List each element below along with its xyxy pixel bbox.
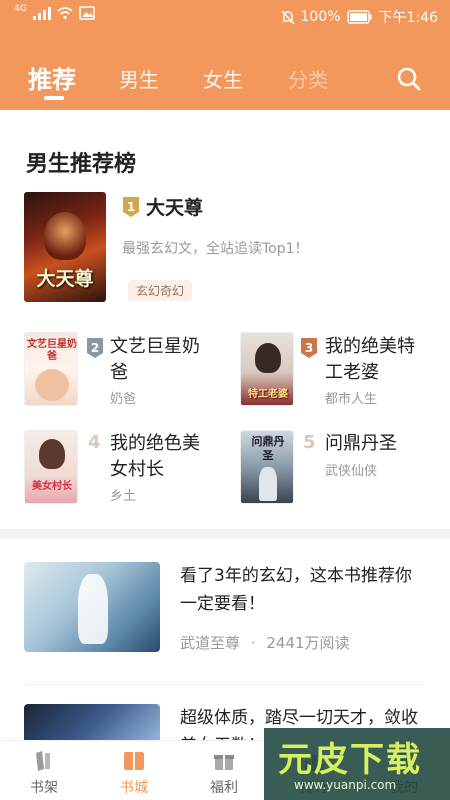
- article-title-1: 看了3年的玄幻，这本书推荐你 一定要看！: [180, 562, 412, 618]
- cover-figure: [35, 369, 69, 401]
- header: 4G 100% 下午1:46 推荐 男生 女生 分类: [0, 0, 450, 110]
- nav-book-city[interactable]: 书城: [104, 749, 164, 797]
- wifi-icon: [57, 7, 73, 20]
- featured-book-description: 最强玄幻文，全站追读Top1！: [122, 241, 309, 257]
- article-source: 武道至尊: [180, 634, 241, 652]
- cover-title-text: 问鼎丹圣: [251, 435, 285, 462]
- book-title-rank-5: 问鼎丹圣: [325, 431, 397, 457]
- watermark-logo: 元皮下载: [278, 740, 422, 780]
- book-title-line1: 我的绝色美: [110, 433, 200, 454]
- nav-bookshelf[interactable]: 书架: [14, 749, 74, 797]
- featured-book-tag: 玄幻奇幻: [128, 280, 193, 301]
- cover-title-text: 大天尊: [36, 268, 94, 290]
- tab-recommend[interactable]: 推荐: [28, 60, 76, 95]
- section-title: 男生推荐榜: [26, 152, 137, 177]
- article-meta-1: 武道至尊 · 2441万阅读: [180, 632, 350, 653]
- status-right: 100% 下午1:46: [281, 7, 438, 27]
- book-title-line2: 工老婆: [325, 362, 379, 383]
- meta-separator: ·: [250, 634, 256, 652]
- nav-label: 书城: [120, 780, 148, 796]
- cover-figure: [255, 343, 281, 373]
- book-subtitle-rank-3: 都市人生: [325, 392, 378, 407]
- tab-female[interactable]: 女生: [203, 64, 243, 93]
- battery-percent: 100%: [300, 9, 341, 25]
- cover-figure: [44, 212, 86, 260]
- search-icon[interactable]: [396, 66, 422, 92]
- book-cover-rank-3: 特工老婆: [240, 332, 294, 406]
- rank-badge-silver: 2: [87, 338, 103, 358]
- book-cover-rank-2: 文艺巨星奶爸: [24, 332, 78, 406]
- status-left: 4G: [14, 4, 95, 20]
- tab-male[interactable]: 男生: [119, 64, 159, 93]
- rank-badge-gold: 1: [123, 197, 139, 217]
- cover-figure: [39, 439, 65, 469]
- top-tabs: 推荐 男生 女生 分类: [0, 58, 450, 100]
- book-title-rank-4: 我的绝色美 女村长: [110, 431, 200, 483]
- book-title-rank-3: 我的绝美特 工老婆: [325, 334, 415, 386]
- watermark-url: www.yuanpi.com: [294, 778, 397, 792]
- status-bar: 4G 100% 下午1:46: [0, 0, 450, 32]
- nav-label: 书架: [30, 780, 58, 796]
- book-title-rank-2: 文艺巨星奶 爸: [110, 334, 200, 386]
- cover-title-text: 文艺巨星奶爸: [27, 339, 77, 362]
- signal-icon: [32, 6, 51, 20]
- article-read-count: 2441万阅读: [266, 634, 350, 652]
- article-thumbnail-1: [24, 562, 160, 652]
- thumbnail-figure: [78, 574, 108, 644]
- section-divider: [0, 529, 450, 539]
- book-city-icon: [124, 752, 144, 770]
- battery-icon: [346, 10, 372, 24]
- rank-badge-bronze: 3: [301, 338, 317, 358]
- bookshelf-icon: [36, 751, 50, 771]
- rank-number-4: 4: [88, 432, 101, 453]
- book-subtitle-rank-5: 武侠仙侠: [325, 464, 378, 479]
- svg-text:2: 2: [91, 341, 99, 355]
- article-title-line1: 超级体质，踏尽一切天才，敛收: [180, 708, 418, 728]
- network-type: 4G: [14, 4, 27, 14]
- cover-figure: [259, 467, 277, 501]
- site-watermark: 元皮下载 www.yuanpi.com: [264, 728, 450, 800]
- clock: 下午1:46: [378, 10, 438, 26]
- book-cover-rank-5: 问鼎丹圣: [240, 430, 294, 504]
- svg-text:3: 3: [305, 341, 313, 355]
- featured-book-cover[interactable]: 大天尊: [24, 192, 106, 302]
- tab-category[interactable]: 分类: [288, 64, 328, 93]
- nav-welfare[interactable]: 福利: [194, 749, 254, 797]
- svg-text:1: 1: [127, 200, 135, 214]
- featured-book-title: 大天尊: [146, 197, 204, 219]
- book-title-line1: 文艺巨星奶: [110, 336, 200, 357]
- book-title-line2: 爸: [110, 362, 128, 383]
- book-title-line2: 女村长: [110, 459, 164, 480]
- mute-bell-icon: [281, 10, 295, 24]
- article-thumbnail-2: [24, 704, 160, 744]
- tab-indicator: [44, 96, 64, 100]
- list-divider: [26, 684, 424, 685]
- book-subtitle-rank-2: 奶爸: [110, 392, 137, 407]
- app-screen: 4G 100% 下午1:46 推荐 男生 女生 分类 男生推荐榜 大天尊 1 大…: [0, 0, 450, 800]
- cover-title-text: 特工老婆: [248, 389, 288, 400]
- article-title-line2: 一定要看！: [180, 594, 265, 614]
- image-notification-icon: [78, 6, 95, 20]
- rank-number-5: 5: [303, 432, 316, 453]
- nav-label: 福利: [210, 780, 238, 796]
- book-cover-rank-4: 美女村长: [24, 430, 78, 504]
- cover-title-text: 美女村长: [32, 481, 72, 492]
- book-title-line1: 我的绝美特: [325, 336, 415, 357]
- gift-icon: [214, 755, 234, 770]
- book-subtitle-rank-4: 乡土: [110, 489, 137, 504]
- article-title-line1: 看了3年的玄幻，这本书推荐你: [180, 566, 412, 586]
- book-title-line1: 问鼎丹圣: [325, 433, 397, 454]
